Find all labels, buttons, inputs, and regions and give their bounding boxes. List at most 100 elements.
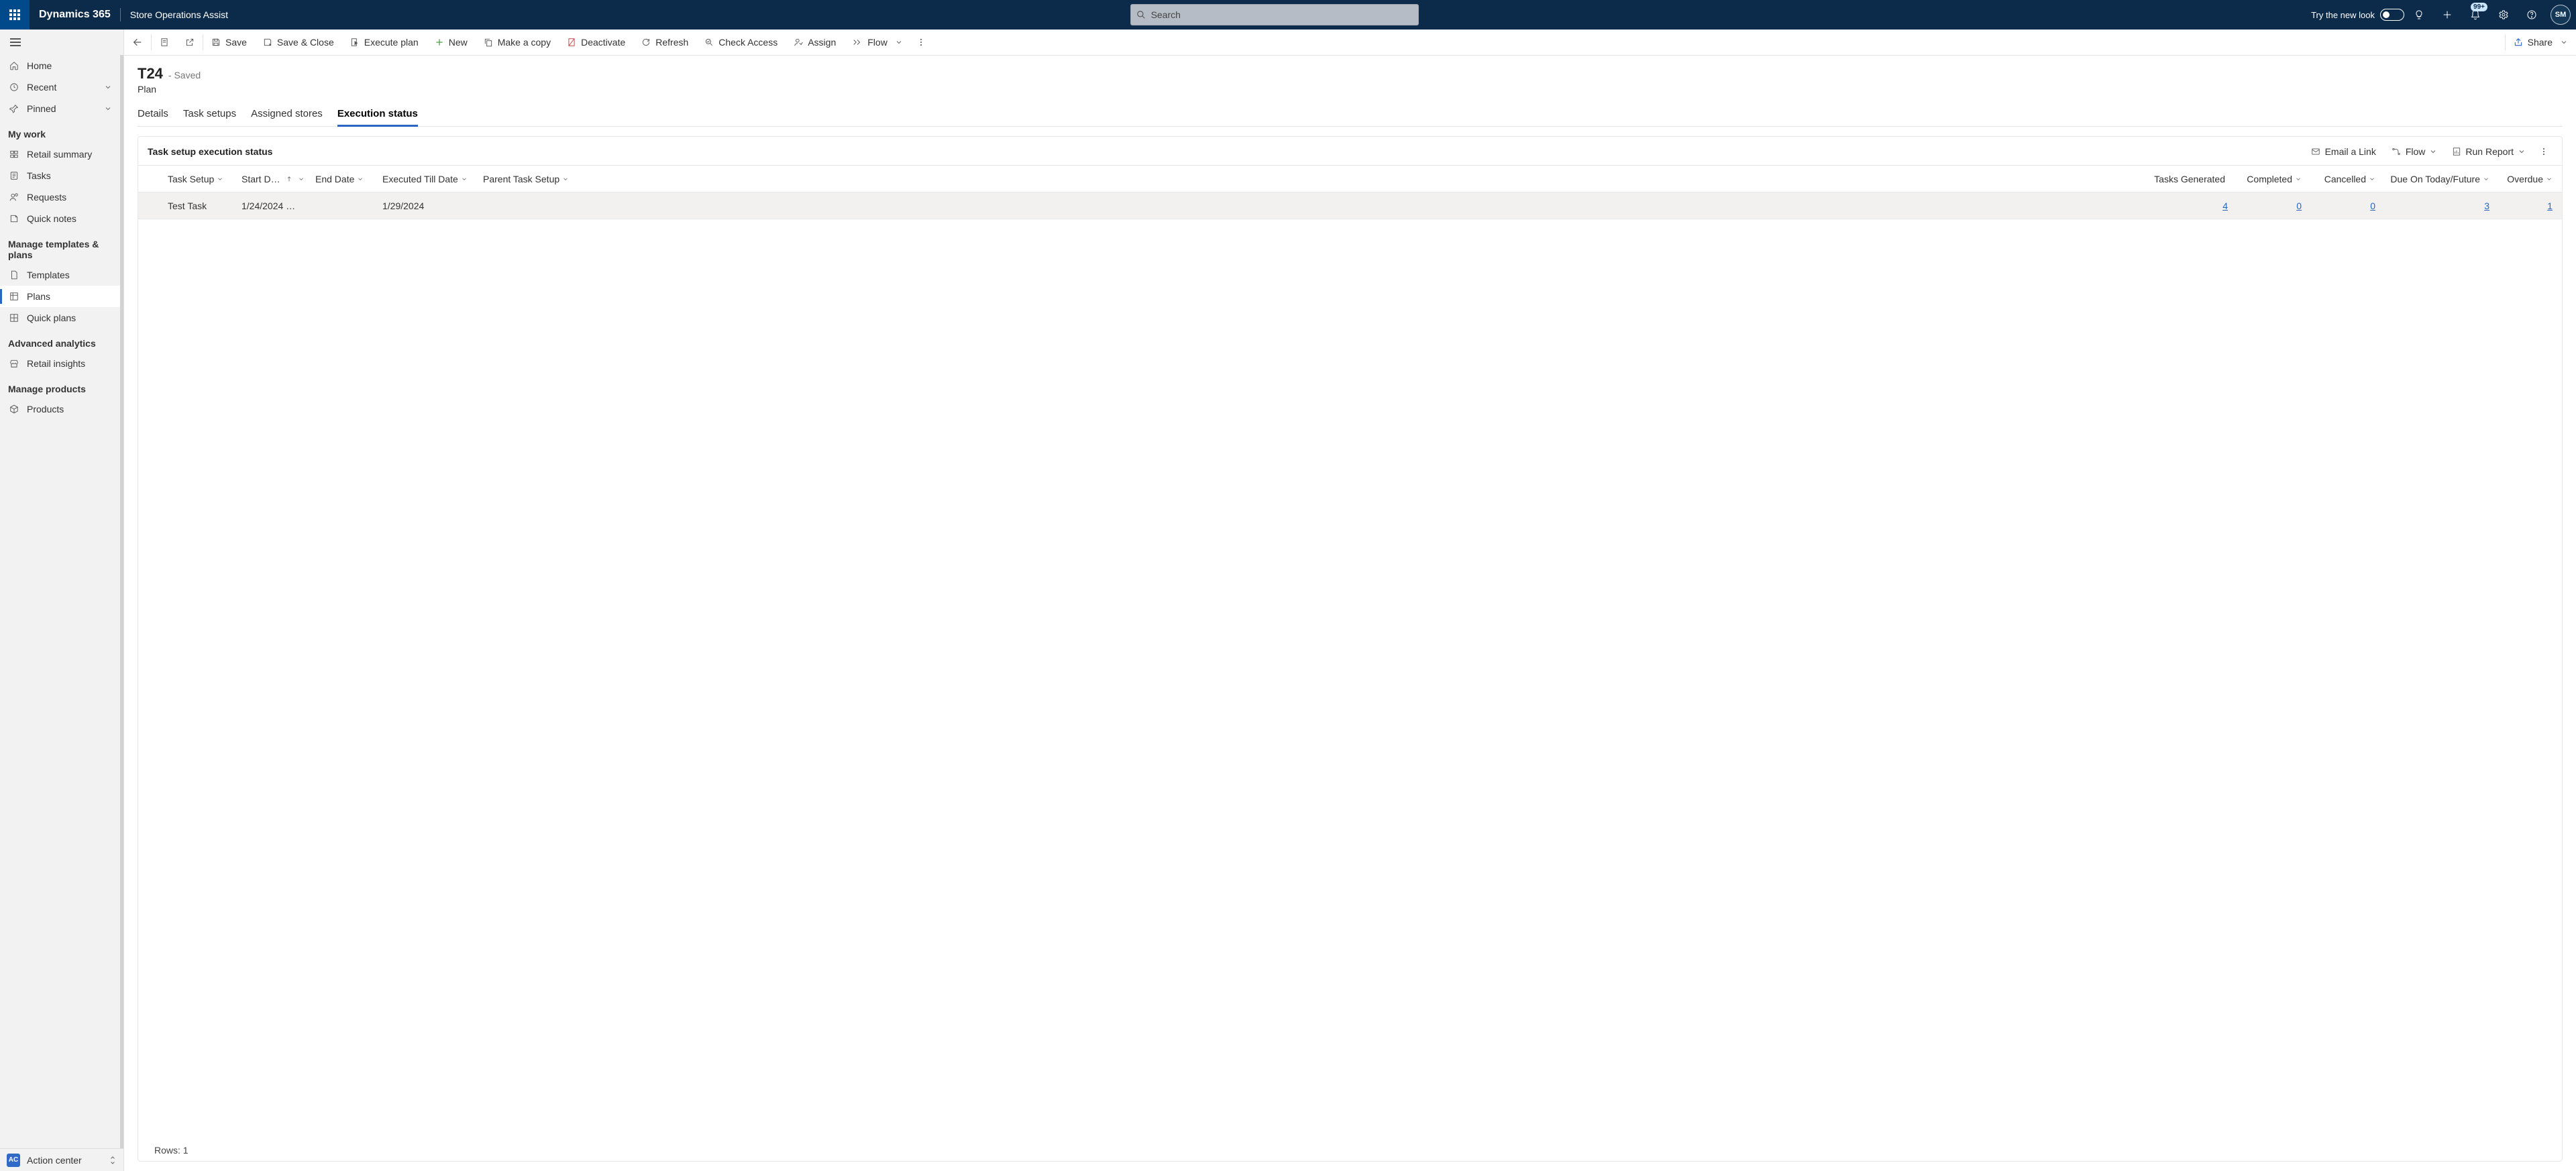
cell-generated-link[interactable]: 4	[2222, 201, 2228, 211]
add-button[interactable]	[2434, 0, 2461, 30]
run-report-button[interactable]: Run Report	[2447, 144, 2531, 160]
save-close-label: Save & Close	[277, 37, 334, 48]
tab-execution-status[interactable]: Execution status	[337, 104, 418, 126]
assign-button[interactable]: Assign	[786, 30, 844, 56]
brand-label: Dynamics 365	[30, 9, 120, 21]
sidebar-item-retail-summary[interactable]: Retail summary	[0, 144, 120, 165]
sidebar-item-requests[interactable]: Requests	[0, 186, 120, 208]
flow-button[interactable]: Flow	[844, 30, 911, 56]
flow-label: Flow	[2406, 146, 2426, 157]
notification-button[interactable]: 99+	[2462, 0, 2489, 30]
new-label: New	[449, 37, 468, 48]
popout-button[interactable]	[177, 30, 203, 56]
overflow-button[interactable]	[911, 30, 931, 56]
col-due[interactable]: Due On Today/Future	[2381, 174, 2495, 184]
avatar-initials: SM	[2555, 11, 2567, 19]
cell-executed-till: 1/29/2024	[377, 201, 478, 211]
sidebar-item-pinned[interactable]: Pinned	[0, 98, 120, 119]
copy-icon	[484, 38, 493, 47]
back-button[interactable]	[124, 30, 151, 56]
cell-cancelled-link[interactable]: 0	[2370, 201, 2375, 211]
execute-icon	[350, 38, 360, 47]
record-icon	[160, 37, 169, 48]
col-parent[interactable]: Parent Task Setup	[478, 174, 598, 184]
sidebar-item-quick-plans[interactable]: Quick plans	[0, 307, 120, 329]
app-launcher-button[interactable]	[0, 0, 30, 30]
area-label: Action center	[27, 1155, 82, 1166]
cell-overdue-link[interactable]: 1	[2547, 201, 2553, 211]
sidebar-item-tasks[interactable]: Tasks	[0, 165, 120, 186]
sidebar-item-templates[interactable]: Templates	[0, 264, 120, 286]
sidebar-collapse-button[interactable]	[0, 30, 123, 55]
save-icon	[211, 38, 221, 47]
col-overdue[interactable]: Overdue	[2495, 174, 2562, 184]
col-generated[interactable]: Tasks Generated	[2153, 174, 2233, 184]
save-close-icon	[263, 38, 272, 47]
gear-icon	[2498, 9, 2509, 20]
waffle-icon	[9, 9, 20, 20]
section-templates: Manage templates & plans	[0, 229, 120, 264]
sidebar-item-plans[interactable]: Plans	[0, 286, 120, 307]
try-new-look-toggle[interactable]	[2380, 9, 2404, 21]
rows-count: Rows: 1	[138, 1139, 2562, 1161]
execute-plan-button[interactable]: Execute plan	[342, 30, 427, 56]
global-search-input[interactable]: Search	[1130, 4, 1419, 25]
sidebar-item-home[interactable]: Home	[0, 55, 120, 76]
col-cancelled[interactable]: Cancelled	[2307, 174, 2381, 184]
sidebar-item-label: Templates	[27, 270, 70, 280]
app-name-label: Store Operations Assist	[121, 9, 237, 20]
save-button[interactable]: Save	[203, 30, 255, 56]
sidebar-item-recent[interactable]: Recent	[0, 76, 120, 98]
grid2-icon	[9, 313, 19, 323]
sidebar-item-label: Retail summary	[27, 149, 92, 160]
settings-button[interactable]	[2490, 0, 2517, 30]
lightbulb-button[interactable]	[2406, 0, 2432, 30]
sidebar-item-label: Recent	[27, 82, 56, 93]
report-icon	[2452, 147, 2461, 156]
sidebar-item-retail-insights[interactable]: Retail insights	[0, 353, 120, 374]
sidebar-item-quick-notes[interactable]: Quick notes	[0, 208, 120, 229]
chevron-down-icon	[2295, 176, 2302, 182]
chevron-down-icon	[217, 176, 223, 182]
table-row[interactable]: Test Task 1/24/2024 … 1/29/2024 4 0 0 3 …	[138, 192, 2562, 219]
vertical-dots-icon	[916, 37, 926, 48]
cell-due-link[interactable]: 3	[2484, 201, 2489, 211]
check-access-button[interactable]: Check Access	[696, 30, 786, 56]
chevron-down-icon	[2560, 38, 2568, 46]
tab-task-setups[interactable]: Task setups	[183, 104, 236, 126]
sidebar-item-label: Quick notes	[27, 213, 76, 224]
share-button[interactable]: Share	[2506, 30, 2576, 56]
col-start-date[interactable]: Start D…	[236, 174, 310, 184]
requests-icon	[9, 192, 19, 202]
col-end-date[interactable]: End Date	[310, 174, 377, 184]
sidebar-item-label: Quick plans	[27, 313, 76, 323]
tab-assigned-stores[interactable]: Assigned stores	[251, 104, 323, 126]
save-label: Save	[225, 37, 247, 48]
col-executed-till[interactable]: Executed Till Date	[377, 174, 478, 184]
new-button[interactable]: New	[427, 30, 476, 56]
box-icon	[9, 404, 19, 414]
user-avatar[interactable]: SM	[2551, 5, 2571, 25]
assign-label: Assign	[808, 37, 836, 48]
popout-icon	[185, 38, 195, 47]
copy-button[interactable]: Make a copy	[476, 30, 559, 56]
sidebar-item-products[interactable]: Products	[0, 398, 120, 420]
chevron-down-icon	[104, 105, 112, 113]
save-close-button[interactable]: Save & Close	[255, 30, 342, 56]
sidebar-item-label: Pinned	[27, 103, 56, 114]
open-record-button[interactable]	[152, 30, 177, 56]
col-completed[interactable]: Completed	[2233, 174, 2307, 184]
col-task-setup[interactable]: Task Setup	[162, 174, 236, 184]
chevron-down-icon	[104, 83, 112, 91]
grid-flow-button[interactable]: Flow	[2385, 144, 2443, 160]
help-button[interactable]	[2518, 0, 2545, 30]
area-switch-button[interactable]: AC Action center	[0, 1148, 123, 1171]
grid-overflow-button[interactable]	[2535, 144, 2553, 160]
email-link-button[interactable]: Email a Link	[2305, 144, 2381, 160]
cell-completed-link[interactable]: 0	[2296, 201, 2302, 211]
tab-details[interactable]: Details	[138, 104, 168, 126]
notification-badge: 99+	[2471, 3, 2487, 11]
chevron-down-icon	[2483, 176, 2489, 182]
deactivate-button[interactable]: Deactivate	[559, 30, 633, 56]
refresh-button[interactable]: Refresh	[633, 30, 696, 56]
